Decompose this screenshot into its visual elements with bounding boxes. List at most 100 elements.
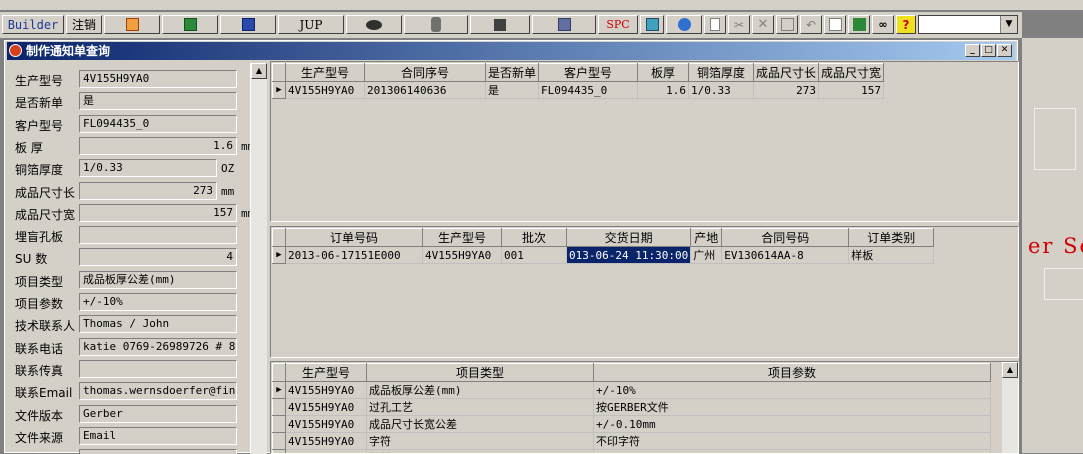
table-cell[interactable]: 1/0.33 [689, 82, 754, 99]
column-header[interactable]: 项目参数 [594, 364, 991, 382]
production-grid[interactable]: 生产型号合同序号是否新单客户型号板厚铜箔厚度成品尺寸长成品尺寸宽▶4V155H9… [270, 61, 1019, 222]
spc-button[interactable]: SPC [598, 15, 638, 34]
column-header[interactable]: 合同序号 [365, 64, 486, 82]
column-header[interactable]: 客户型号 [539, 64, 638, 82]
column-header[interactable]: 生产型号 [423, 229, 502, 247]
field-value[interactable]: 157 [79, 204, 237, 222]
printer-button[interactable] [532, 15, 596, 34]
field-value[interactable]: Gerber [79, 405, 237, 423]
field-value[interactable]: Thomas / John [79, 315, 237, 333]
field-value[interactable]: 成品板厚公差(mm) [79, 271, 237, 289]
find-button[interactable]: ∞ [872, 15, 894, 34]
table-cell[interactable]: 273 [754, 82, 819, 99]
table-cell[interactable]: 4V155H9YA0 [286, 399, 367, 416]
project-grid[interactable]: 生产型号项目类型项目参数▶4V155H9YA0成品板厚公差(mm)+/-10%4… [270, 361, 1019, 454]
help-button[interactable]: ? [896, 15, 916, 34]
field-value[interactable]: 1/0.33 [79, 159, 217, 177]
table-cell[interactable]: 201306140636 [365, 82, 486, 99]
ie-button[interactable] [666, 15, 702, 34]
field-value[interactable]: thomas.wernsdoerfer@finel [79, 382, 237, 400]
scroll-up-icon[interactable]: ▲ [1002, 362, 1018, 378]
column-header[interactable]: 合同号码 [722, 229, 849, 247]
database-button[interactable] [404, 15, 468, 34]
export-excel-button[interactable] [848, 15, 870, 34]
excel-button[interactable] [162, 15, 218, 34]
field-value[interactable] [79, 226, 237, 244]
delete-button[interactable]: ✕ [752, 15, 774, 34]
builder-button[interactable]: Builder [2, 15, 64, 34]
column-header[interactable]: 产地 [691, 229, 722, 247]
table-row[interactable]: 4V155H9YA0板材S1141 [273, 450, 991, 454]
column-header[interactable]: 生产型号 [286, 364, 367, 382]
table-cell[interactable]: 4V155H9YA0 [286, 450, 367, 454]
cut-button[interactable]: ✂ [728, 15, 750, 34]
row-indicator[interactable]: ▶ [273, 82, 286, 99]
table-cell[interactable]: 字符 [367, 433, 594, 450]
column-header[interactable]: 生产型号 [286, 64, 365, 82]
minimize-button[interactable]: _ [965, 44, 980, 57]
column-header[interactable]: 是否新单 [486, 64, 539, 82]
table-cell[interactable]: FL094435_0 [539, 82, 638, 99]
field-value[interactable]: 4 [79, 248, 237, 266]
undo-button[interactable]: ↶ [800, 15, 822, 34]
table-cell[interactable]: +/-10% [594, 382, 991, 399]
field-value[interactable]: 是 [79, 92, 237, 110]
table-cell[interactable]: 4V155H9YA0 [286, 416, 367, 433]
eye-button[interactable] [346, 15, 402, 34]
table-cell[interactable]: 1.6 [638, 82, 689, 99]
table-row[interactable]: ▶4V155H9YA0201306140636是FL094435_01.61/0… [273, 82, 884, 99]
table-cell[interactable]: +/-0.10mm [594, 416, 991, 433]
row-indicator[interactable] [273, 450, 286, 454]
table-cell[interactable]: 4V155H9YA0 [286, 382, 367, 399]
project-grid-scrollbar[interactable]: ▲ [1002, 362, 1018, 453]
form-scrollbar[interactable]: ▲ [250, 63, 267, 454]
preview-button[interactable] [824, 15, 846, 34]
column-header[interactable]: 订单号码 [286, 229, 423, 247]
table-cell[interactable]: 成品尺寸长宽公差 [367, 416, 594, 433]
column-header[interactable]: 铜箔厚度 [689, 64, 754, 82]
field-value[interactable] [79, 360, 237, 378]
field-value[interactable]: katie 0769-26989726 # 809 [79, 338, 237, 356]
column-header[interactable]: 成品尺寸宽 [819, 64, 884, 82]
table-row[interactable]: 4V155H9YA0过孔工艺按GERBER文件 [273, 399, 991, 416]
toolbar-combo[interactable]: ▼ [918, 15, 1018, 34]
table-cell[interactable]: 157 [819, 82, 884, 99]
maximize-button[interactable]: □ [981, 44, 996, 57]
field-value[interactable] [79, 449, 237, 454]
table-cell[interactable]: EV130614AA-8 [722, 247, 849, 264]
field-value[interactable]: FL094435_0 [79, 115, 237, 133]
row-indicator[interactable]: ▶ [273, 382, 286, 399]
column-header[interactable]: 成品尺寸长 [754, 64, 819, 82]
column-header[interactable]: 订单类别 [849, 229, 934, 247]
column-header[interactable]: 板厚 [638, 64, 689, 82]
table-row[interactable]: ▶4V155H9YA0成品板厚公差(mm)+/-10% [273, 382, 991, 399]
table-row[interactable]: 4V155H9YA0字符不印字符 [273, 433, 991, 450]
table-cell[interactable]: 4V155H9YA0 [286, 433, 367, 450]
scroll-up-icon[interactable]: ▲ [251, 63, 267, 79]
row-indicator[interactable]: ▶ [273, 247, 286, 264]
column-header[interactable]: 交货日期 [567, 229, 691, 247]
save-button[interactable] [776, 15, 798, 34]
table-cell[interactable]: 013-06-24 11:30:00 [567, 247, 691, 264]
column-header[interactable]: 项目类型 [367, 364, 594, 382]
table-row[interactable]: 4V155H9YA0成品尺寸长宽公差+/-0.10mm [273, 416, 991, 433]
report-button[interactable] [104, 15, 160, 34]
table-cell[interactable]: 过孔工艺 [367, 399, 594, 416]
row-indicator[interactable] [273, 399, 286, 416]
table-cell[interactable]: 广州 [691, 247, 722, 264]
table-cell[interactable]: 4V155H9YA0 [286, 82, 365, 99]
field-value[interactable]: 4V155H9YA0 [79, 70, 237, 88]
table-cell[interactable]: S1141 [594, 450, 991, 454]
table-cell[interactable]: 是 [486, 82, 539, 99]
table-cell[interactable]: 成品板厚公差(mm) [367, 382, 594, 399]
row-indicator[interactable] [273, 433, 286, 450]
field-value[interactable]: 1.6 [79, 137, 237, 155]
column-header[interactable]: 批次 [502, 229, 567, 247]
field-value[interactable]: 273 [79, 182, 217, 200]
table-cell[interactable]: 2013-06-17151E000 [286, 247, 423, 264]
field-value[interactable]: +/-10% [79, 293, 237, 311]
tools-button[interactable] [470, 15, 530, 34]
table-cell[interactable]: 4V155H9YA0 [423, 247, 502, 264]
table-cell[interactable]: 样板 [849, 247, 934, 264]
table-cell[interactable]: 不印字符 [594, 433, 991, 450]
